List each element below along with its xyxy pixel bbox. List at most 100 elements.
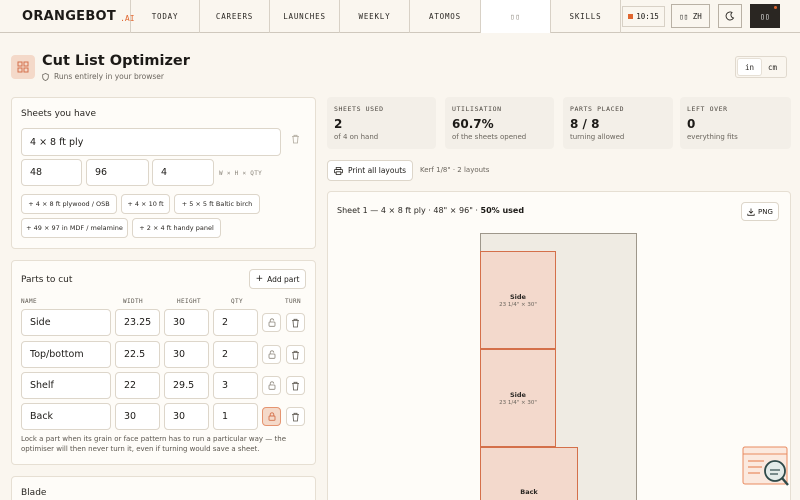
- assistant-fab[interactable]: [742, 446, 790, 488]
- stat-value: 2: [334, 117, 343, 131]
- part-label: Back: [520, 488, 538, 496]
- page-subtitle: Runs entirely in your browser: [42, 72, 164, 81]
- stat-value: 60.7%: [452, 117, 494, 131]
- lock-toggle-button-locked[interactable]: [262, 407, 281, 426]
- trash-icon: [292, 381, 299, 390]
- download-icon: [747, 208, 755, 216]
- stat-label: UTILISATION: [452, 105, 502, 113]
- placed-part[interactable]: Back: [480, 447, 578, 500]
- sheet-width-input[interactable]: 48: [21, 159, 82, 186]
- part-name-input[interactable]: Shelf: [21, 372, 111, 399]
- notification-dot-icon: [774, 6, 777, 9]
- sheet-qty-input[interactable]: 4: [152, 159, 214, 186]
- part-name-input[interactable]: Top/bottom: [21, 341, 111, 368]
- stat-left-over: LEFT OVER 0 everything fits: [680, 97, 791, 149]
- lock-toggle-button[interactable]: [262, 376, 281, 395]
- nav-atomos[interactable]: ATOMOS: [410, 0, 481, 33]
- lock-toggle-button[interactable]: [262, 313, 281, 332]
- page-title: Cut List Optimizer: [42, 53, 190, 69]
- nav-today[interactable]: TODAY: [131, 0, 200, 33]
- placed-part[interactable]: Side 23 1/4" × 30": [480, 349, 556, 447]
- delete-part-button[interactable]: [286, 407, 305, 426]
- logo[interactable]: ORANGEBOT .AI: [0, 0, 135, 33]
- menu-button[interactable]: ▯▯: [750, 4, 780, 28]
- search-doc-icon: [742, 446, 789, 486]
- part-qty-input[interactable]: 1: [213, 403, 258, 430]
- lock-icon: [268, 412, 275, 421]
- part-qty-input[interactable]: 2: [213, 341, 258, 368]
- trash-icon: [292, 134, 299, 143]
- add-part-button[interactable]: + Add part: [249, 269, 306, 289]
- part-width-input[interactable]: 23.25: [115, 309, 160, 336]
- stat-detail: of 4 on hand: [334, 133, 379, 141]
- col-height: HEIGHT: [177, 298, 202, 305]
- dims-hint: W × H × QTY: [219, 170, 263, 177]
- delete-part-button[interactable]: [286, 376, 305, 395]
- part-height-input[interactable]: 30: [164, 341, 209, 368]
- unit-toggle: in cm: [735, 56, 787, 78]
- stat-sheets-used: SHEETS USED 2 of 4 on hand: [327, 97, 436, 149]
- sheet-height-input[interactable]: 96: [86, 159, 149, 186]
- lock-toggle-button[interactable]: [262, 345, 281, 364]
- trash-icon: [292, 350, 299, 359]
- sheet-name-input[interactable]: 4 × 8 ft ply: [21, 128, 281, 156]
- part-width-input[interactable]: 22: [115, 372, 160, 399]
- unlock-icon: [268, 350, 275, 359]
- col-qty: QTY: [231, 298, 244, 305]
- print-label: Print all layouts: [347, 166, 407, 175]
- sheet-layout-title: Sheet 1 — 4 × 8 ft ply · 48" × 96" · 50%…: [337, 206, 524, 215]
- part-height-input[interactable]: 30: [164, 309, 209, 336]
- preset-plywood-chip[interactable]: + 4 × 8 ft plywood / OSB: [21, 194, 117, 214]
- stat-detail: everything fits: [687, 133, 738, 141]
- clock-dot-icon: [628, 14, 634, 19]
- moon-icon: [725, 11, 735, 21]
- part-qty-input[interactable]: 3: [213, 372, 258, 399]
- part-height-input[interactable]: 29.5: [164, 372, 209, 399]
- language-button[interactable]: ▯▯ ZH: [671, 4, 710, 28]
- nav-weekly[interactable]: WEEKLY: [340, 0, 410, 33]
- unlock-icon: [268, 381, 275, 390]
- preset-mdf-chip[interactable]: + 49 × 97 in MDF / melamine: [21, 218, 128, 238]
- part-width-input[interactable]: 22.5: [115, 341, 160, 368]
- unit-in-button[interactable]: in: [738, 59, 761, 75]
- lock-help-note: Lock a part when its grain or face patte…: [21, 435, 287, 453]
- preset-baltic-chip[interactable]: + 5 × 5 ft Baltic birch: [174, 194, 260, 214]
- part-name-input[interactable]: Back: [21, 403, 111, 430]
- stat-label: SHEETS USED: [334, 105, 384, 113]
- part-height-input[interactable]: 30: [164, 403, 209, 430]
- export-png-button[interactable]: PNG: [741, 202, 779, 221]
- preset-4x10-chip[interactable]: + 4 × 10 ft: [121, 194, 170, 214]
- stat-label: LEFT OVER: [687, 105, 728, 113]
- clock-time: 10:15: [636, 12, 659, 21]
- nav-skills[interactable]: SKILLS: [551, 0, 621, 33]
- part-width-input[interactable]: 30: [115, 403, 160, 430]
- nav-launches[interactable]: LAUNCHES: [270, 0, 340, 33]
- stat-utilisation: UTILISATION 60.7% of the sheets opened: [445, 97, 554, 149]
- kerf-info: Kerf 1/8" · 2 layouts: [420, 166, 490, 174]
- delete-sheet-button[interactable]: [286, 129, 305, 148]
- stat-value: 8 / 8: [570, 117, 600, 131]
- print-all-button[interactable]: Print all layouts: [327, 160, 413, 181]
- shield-icon: [42, 72, 49, 81]
- delete-part-button[interactable]: [286, 313, 305, 332]
- sheet-used-percent: 50% used: [480, 206, 525, 215]
- part-qty-input[interactable]: 2: [213, 309, 258, 336]
- preset-handy-chip[interactable]: + 2 × 4 ft handy panel: [132, 218, 221, 238]
- theme-toggle-button[interactable]: [718, 4, 742, 28]
- logo-text: ORANGEBOT: [22, 9, 117, 24]
- part-dims: 23 1/4" × 30": [499, 302, 537, 308]
- stat-label: PARTS PLACED: [570, 105, 625, 113]
- col-name: NAME: [21, 298, 38, 305]
- part-label: Side: [510, 391, 526, 399]
- plus-icon: +: [255, 274, 264, 284]
- nav-tools-active[interactable]: ▯▯: [481, 0, 551, 33]
- stat-detail: of the sheets opened: [452, 133, 527, 141]
- add-part-label: Add part: [267, 274, 300, 284]
- nav-careers[interactable]: CAREERS: [200, 0, 270, 33]
- top-nav: ORANGEBOT .AI TODAY CAREERS LAUNCHES WEE…: [0, 0, 800, 33]
- placed-part[interactable]: Side 23 1/4" × 30": [480, 251, 556, 349]
- col-turn: TURN: [285, 298, 302, 305]
- delete-part-button[interactable]: [286, 345, 305, 364]
- part-name-input[interactable]: Side: [21, 309, 111, 336]
- unit-cm-button[interactable]: cm: [761, 59, 784, 75]
